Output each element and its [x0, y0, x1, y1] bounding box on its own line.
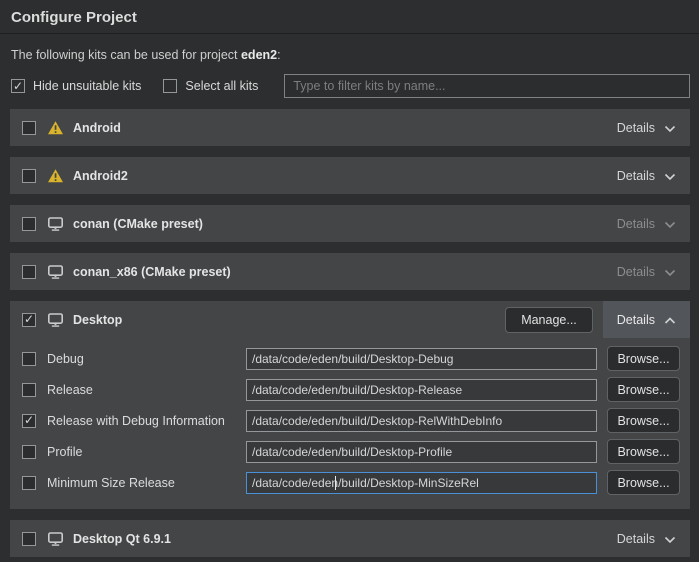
- kit-filter-bar: ✓ Hide unsuitable kits ✓ Select all kits: [11, 74, 690, 98]
- browse-button[interactable]: Browse...: [607, 408, 680, 433]
- browse-button[interactable]: Browse...: [607, 346, 680, 371]
- hide-unsuitable-label: Hide unsuitable kits: [33, 79, 141, 93]
- details-label: Details: [617, 313, 655, 327]
- kit-row-conan: ✓ conan (CMake preset) Details: [10, 205, 690, 242]
- desktop-icon: [47, 312, 64, 328]
- build-config-row-release: ✓ Release Browse...: [22, 374, 680, 405]
- kit-header: ✓ conan (CMake preset) Details: [10, 205, 690, 242]
- build-dir-input-focused[interactable]: [246, 472, 597, 494]
- titlebar: Configure Project: [0, 0, 699, 34]
- kit-row-android: ✓ Android Details: [10, 109, 690, 146]
- details-toggle: Details: [603, 205, 690, 242]
- details-toggle[interactable]: Details: [603, 157, 690, 194]
- config-label: Release with Debug Information: [47, 414, 246, 428]
- kit-name: Desktop Qt 6.9.1: [73, 532, 171, 546]
- config-label: Minimum Size Release: [47, 476, 246, 490]
- path-field-wrap: [246, 472, 597, 494]
- path-field-wrap: [246, 348, 597, 370]
- build-dir-input[interactable]: [246, 410, 597, 432]
- warning-icon: [47, 168, 64, 184]
- build-config-list: ✓ Debug Browse... ✓ Release Browse... ✓ …: [10, 338, 690, 509]
- kit-row-desktop-qt: ✓ Desktop Qt 6.9.1 Details: [10, 520, 690, 557]
- config-label: Release: [47, 383, 246, 397]
- kit-checkbox[interactable]: ✓: [22, 532, 36, 546]
- chevron-down-icon: [664, 125, 676, 133]
- desktop-icon: [47, 216, 64, 232]
- kit-name: Android2: [73, 169, 128, 183]
- kit-name: conan (CMake preset): [73, 217, 203, 231]
- config-checkbox[interactable]: ✓: [22, 445, 36, 459]
- kit-row-desktop: ✓ Desktop Manage... Details ✓ Debug Brow…: [10, 301, 690, 509]
- details-label: Details: [617, 265, 655, 279]
- kit-name: Android: [73, 121, 121, 135]
- details-toggle[interactable]: Details: [603, 520, 690, 557]
- build-config-row-profile: ✓ Profile Browse...: [22, 436, 680, 467]
- chevron-down-icon: [664, 221, 676, 229]
- warning-icon: [47, 120, 64, 136]
- path-field-wrap: [246, 410, 597, 432]
- config-label: Profile: [47, 445, 246, 459]
- build-dir-input[interactable]: [246, 348, 597, 370]
- path-field-wrap: [246, 441, 597, 463]
- details-label: Details: [617, 217, 655, 231]
- browse-button[interactable]: Browse...: [607, 439, 680, 464]
- hide-unsuitable-kits-checkbox-group[interactable]: ✓ Hide unsuitable kits: [11, 79, 141, 93]
- chevron-down-icon: [664, 173, 676, 181]
- desktop-icon: [47, 531, 64, 547]
- kit-header: ✓ Desktop Manage... Details: [10, 301, 690, 338]
- config-checkbox[interactable]: ✓: [22, 352, 36, 366]
- details-label: Details: [617, 169, 655, 183]
- details-toggle[interactable]: Details: [603, 301, 690, 338]
- kit-list: ✓ Android Details ✓ Android2 Details ✓: [10, 109, 690, 557]
- manage-button[interactable]: Manage...: [505, 307, 593, 333]
- chevron-down-icon: [664, 536, 676, 544]
- project-name: eden2: [241, 48, 277, 62]
- kit-checkbox[interactable]: ✓: [22, 313, 36, 327]
- config-checkbox[interactable]: ✓: [22, 383, 36, 397]
- check-icon: ✓: [24, 313, 34, 325]
- build-config-row-minsizerel: ✓ Minimum Size Release Browse...: [22, 467, 680, 498]
- config-label: Debug: [47, 352, 246, 366]
- intro-text: The following kits can be used for proje…: [11, 47, 687, 63]
- kit-header: ✓ Android2 Details: [10, 157, 690, 194]
- kit-header: ✓ conan_x86 (CMake preset) Details: [10, 253, 690, 290]
- text-cursor: [335, 476, 336, 490]
- details-label: Details: [617, 532, 655, 546]
- kit-name: conan_x86 (CMake preset): [73, 265, 231, 279]
- check-icon: ✓: [13, 80, 23, 92]
- intro-after: :: [277, 48, 280, 62]
- chevron-up-icon: [664, 317, 676, 325]
- check-icon: ✓: [24, 414, 34, 426]
- intro-before: The following kits can be used for proje…: [11, 48, 241, 62]
- details-label: Details: [617, 121, 655, 135]
- kit-name: Desktop: [73, 313, 122, 327]
- build-config-row-debug: ✓ Debug Browse...: [22, 343, 680, 374]
- kit-row-conan-x86: ✓ conan_x86 (CMake preset) Details: [10, 253, 690, 290]
- select-all-kits-checkbox-group[interactable]: ✓ Select all kits: [163, 79, 258, 93]
- kit-filter-input[interactable]: [284, 74, 690, 98]
- chevron-down-icon: [664, 269, 676, 277]
- details-toggle: Details: [603, 253, 690, 290]
- kit-header: ✓ Android Details: [10, 109, 690, 146]
- hide-unsuitable-checkbox[interactable]: ✓: [11, 79, 25, 93]
- browse-button[interactable]: Browse...: [607, 377, 680, 402]
- build-dir-input[interactable]: [246, 379, 597, 401]
- config-checkbox[interactable]: ✓: [22, 414, 36, 428]
- kit-header: ✓ Desktop Qt 6.9.1 Details: [10, 520, 690, 557]
- kit-checkbox[interactable]: ✓: [22, 217, 36, 231]
- page-title: Configure Project: [11, 9, 687, 27]
- kit-checkbox[interactable]: ✓: [22, 169, 36, 183]
- select-all-label: Select all kits: [185, 79, 258, 93]
- details-toggle[interactable]: Details: [603, 109, 690, 146]
- build-dir-input[interactable]: [246, 441, 597, 463]
- config-checkbox[interactable]: ✓: [22, 476, 36, 490]
- desktop-icon: [47, 264, 64, 280]
- kit-checkbox[interactable]: ✓: [22, 265, 36, 279]
- browse-button[interactable]: Browse...: [607, 470, 680, 495]
- kit-row-android2: ✓ Android2 Details: [10, 157, 690, 194]
- kit-checkbox[interactable]: ✓: [22, 121, 36, 135]
- select-all-checkbox[interactable]: ✓: [163, 79, 177, 93]
- build-config-row-relwithdebinfo: ✓ Release with Debug Information Browse.…: [22, 405, 680, 436]
- path-field-wrap: [246, 379, 597, 401]
